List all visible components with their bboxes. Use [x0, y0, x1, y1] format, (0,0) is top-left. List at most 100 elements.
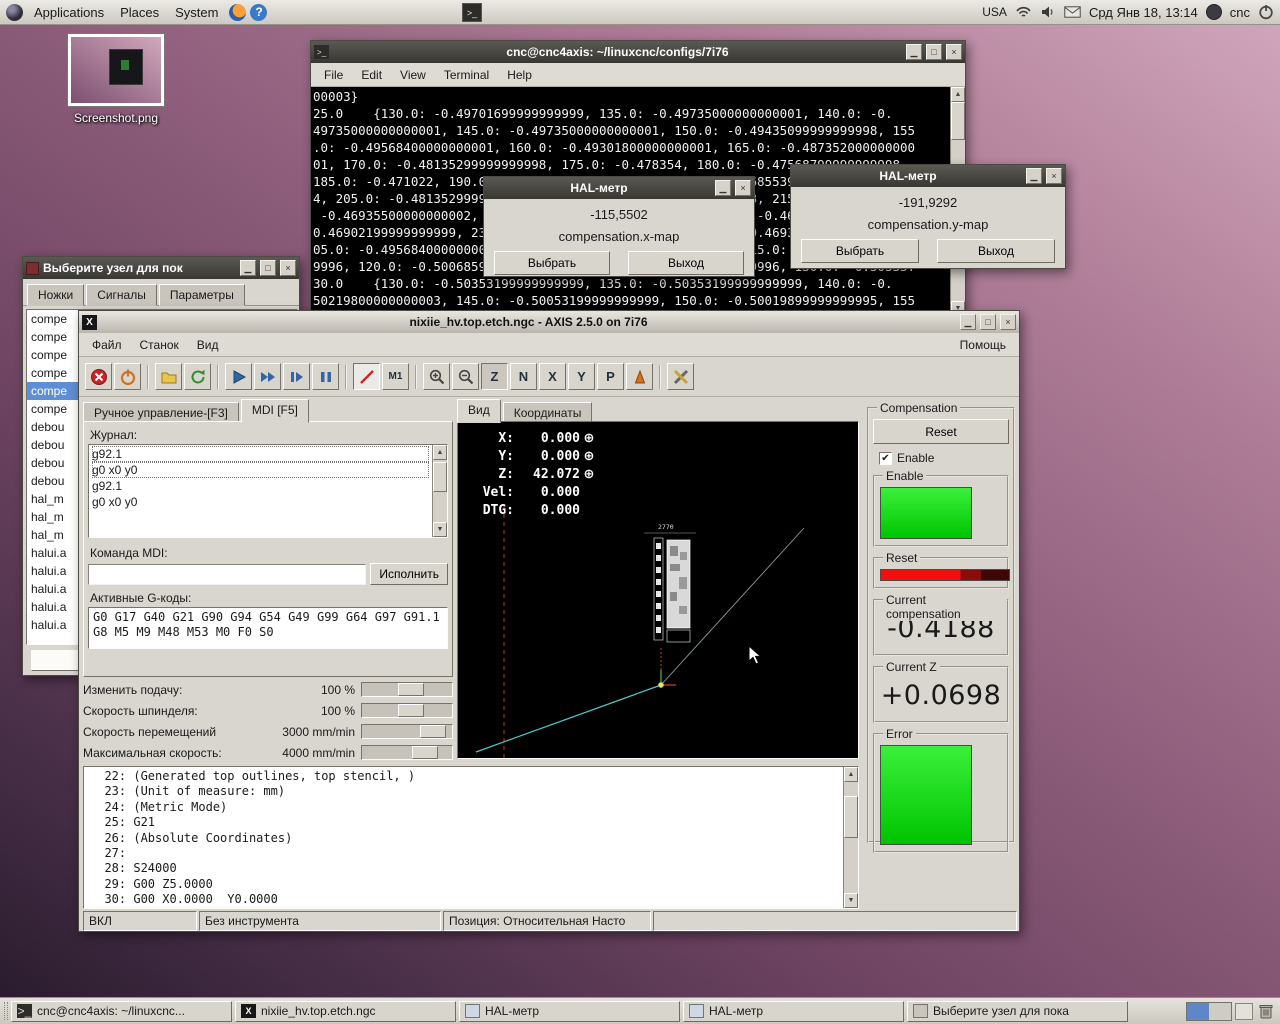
hal-meter-x-close-button[interactable]: ×	[735, 180, 751, 196]
taskbar-item-axis[interactable]: X nixiie_hv.top.etch.ngc	[235, 1001, 456, 1022]
view-z-rotated-button[interactable]: N	[510, 363, 537, 390]
scroll-down-icon[interactable]: ▼	[844, 893, 858, 908]
clock[interactable]: Срд Янв 18, 13:14	[1089, 5, 1198, 20]
desktop-file-screenshot[interactable]: Screenshot.png	[64, 33, 168, 125]
gcode-line[interactable]: 22: (Generated top outlines, top stencil…	[90, 769, 841, 784]
axis-menu-help[interactable]: Помощь	[951, 335, 1015, 355]
terminal-maximize-button[interactable]: □	[926, 44, 942, 60]
view-y-button[interactable]: Y	[568, 363, 595, 390]
slider-handle[interactable]	[412, 746, 438, 759]
gcode-scroll-trough[interactable]	[844, 782, 858, 893]
mdi-command-input[interactable]	[88, 564, 366, 585]
terminal-minimize-button[interactable]: ▁	[906, 44, 922, 60]
panel-menu[interactable]: Applications	[27, 2, 111, 23]
node-picker-maximize-button[interactable]: □	[260, 260, 276, 276]
axis-menu-item[interactable]: Файл	[83, 335, 131, 355]
zoom-out-button[interactable]	[452, 363, 479, 390]
slider-handle[interactable]	[420, 725, 446, 738]
node-picker-tab[interactable]: Сигналы	[86, 284, 157, 306]
axis-close-button[interactable]: ×	[1000, 314, 1016, 330]
user-name[interactable]: cnc	[1230, 5, 1250, 20]
terminal-menu-item[interactable]: Terminal	[435, 65, 498, 85]
run-from-line-button[interactable]	[254, 363, 281, 390]
taskbar-item-halmeter-y[interactable]: HAL-метр	[683, 1001, 904, 1022]
gcode-line[interactable]: 27:	[90, 846, 841, 861]
slider-trough[interactable]	[361, 682, 453, 697]
preview-canvas[interactable]: 2770	[457, 421, 859, 759]
reload-file-button[interactable]	[184, 363, 211, 390]
node-picker-tab[interactable]: Параметры	[159, 284, 245, 306]
panel-menu[interactable]: Places	[113, 2, 166, 23]
node-picker-minimize-button[interactable]: ▁	[240, 260, 256, 276]
slider-handle[interactable]	[398, 704, 424, 717]
slider-handle[interactable]	[398, 683, 424, 696]
trash-icon[interactable]	[1256, 1001, 1276, 1021]
gcode-line[interactable]: 30: G00 X0.0000 Y0.0000	[90, 892, 841, 907]
view-perspective-button[interactable]: P	[597, 363, 624, 390]
gcode-listing[interactable]: 22: (Generated top outlines, top stencil…	[83, 766, 859, 909]
scroll-down-icon[interactable]: ▼	[433, 522, 447, 537]
keyboard-layout-indicator[interactable]: USA	[982, 5, 1007, 19]
compensation-reset-button[interactable]: Reset	[873, 419, 1009, 444]
journal-scroll-thumb[interactable]	[433, 462, 447, 492]
gcode-line[interactable]: 24: (Metric Mode)	[90, 800, 841, 815]
taskbar-item-node-picker[interactable]: Выберите узел для пока	[907, 1001, 1128, 1022]
gcode-line[interactable]: 26: (Absolute Coordinates)	[90, 831, 841, 846]
hal-meter-x-minimize-button[interactable]: ▁	[715, 180, 731, 196]
gcode-line[interactable]: 28: S24000	[90, 861, 841, 876]
firefox-launcher-icon[interactable]	[229, 4, 246, 21]
axis-maximize-button[interactable]: □	[980, 314, 996, 330]
open-file-button[interactable]	[155, 363, 182, 390]
taskbar-item-halmeter-x[interactable]: HAL-метр	[459, 1001, 680, 1022]
zoom-in-button[interactable]	[423, 363, 450, 390]
hal-meter-x-select-button[interactable]: Выбрать	[494, 251, 610, 275]
workspace-1[interactable]	[1187, 1003, 1209, 1020]
optional-stop-toggle[interactable]: M1	[382, 363, 409, 390]
tab-mdi[interactable]: MDI [F5]	[241, 399, 309, 423]
slider-trough[interactable]	[361, 745, 453, 760]
panel-menu[interactable]: System	[168, 2, 225, 23]
terminal-menu-item[interactable]: Edit	[352, 65, 391, 85]
terminal-menu-item[interactable]: View	[391, 65, 435, 85]
axis-menu-item[interactable]: Вид	[188, 335, 228, 355]
terminal-scroll-thumb[interactable]	[951, 102, 965, 140]
gcode-scrollbar[interactable]: ▲ ▼	[843, 767, 858, 908]
axis-titlebar[interactable]: X nixiie_hv.top.etch.ngc - AXIS 2.5.0 on…	[79, 311, 1019, 333]
distro-menu-icon[interactable]	[6, 4, 23, 21]
run-button[interactable]	[225, 363, 252, 390]
shutdown-icon[interactable]	[1258, 4, 1274, 20]
network-icon[interactable]	[1015, 5, 1032, 19]
clear-plot-button[interactable]	[667, 363, 694, 390]
hal-meter-y-minimize-button[interactable]: ▁	[1026, 168, 1042, 184]
taskbar-item-terminal[interactable]: >_ cnc@cnc4axis: ~/linuxcnc...	[11, 1001, 232, 1022]
view-z-button[interactable]: Z	[481, 363, 508, 390]
journal-scroll-trough[interactable]	[433, 460, 447, 522]
axis-minimize-button[interactable]: ▁	[960, 314, 976, 330]
step-button[interactable]	[283, 363, 310, 390]
journal-entry[interactable]: g92.1	[92, 446, 429, 462]
axis-menu-item[interactable]: Станок	[131, 335, 188, 355]
panel-terminal-icon[interactable]: >_	[462, 3, 482, 22]
node-picker-close-button[interactable]: ×	[280, 260, 296, 276]
help-launcher-icon[interactable]: ?	[250, 4, 267, 21]
slider-trough[interactable]	[361, 703, 453, 718]
pause-button[interactable]	[312, 363, 339, 390]
gcode-line[interactable]: 25: G21	[90, 815, 841, 830]
hal-meter-y-titlebar[interactable]: HAL-метр ▁ ×	[791, 165, 1065, 187]
notification-applet[interactable]	[1235, 1003, 1253, 1020]
hal-meter-y-select-button[interactable]: Выбрать	[801, 239, 919, 263]
scroll-up-icon[interactable]: ▲	[433, 445, 447, 460]
gcode-scroll-thumb[interactable]	[844, 796, 858, 838]
terminal-close-button[interactable]: ×	[946, 44, 962, 60]
hal-meter-y-exit-button[interactable]: Выход	[937, 239, 1055, 263]
view-x-button[interactable]: X	[539, 363, 566, 390]
scroll-up-icon[interactable]: ▲	[844, 767, 858, 782]
node-picker-titlebar[interactable]: Выберите узел для пок ▁ □ ×	[23, 257, 299, 279]
journal-scrollbar[interactable]: ▲ ▼	[432, 445, 447, 537]
workspace-2[interactable]	[1209, 1003, 1231, 1020]
gcode-line[interactable]: 23: (Unit of measure: mm)	[90, 784, 841, 799]
terminal-menu-item[interactable]: File	[315, 65, 352, 85]
hal-meter-x-exit-button[interactable]: Выход	[628, 251, 744, 275]
volume-icon[interactable]	[1040, 5, 1056, 19]
node-picker-tab[interactable]: Ножки	[27, 284, 84, 306]
